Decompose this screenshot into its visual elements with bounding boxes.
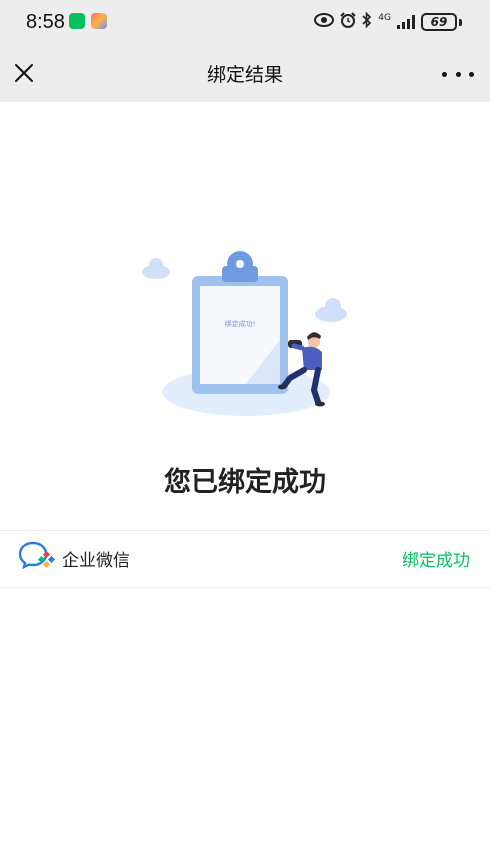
network-type: 4G (378, 13, 391, 23)
clipboard-text: 绑定成功! (225, 319, 256, 328)
more-icon (442, 71, 447, 77)
page-title: 绑定结果 (206, 64, 283, 86)
alarm-icon (340, 11, 357, 33)
more-button[interactable] (442, 62, 474, 86)
status-icons: 4G 69 (314, 11, 462, 33)
battery-icon: 69 (421, 13, 457, 31)
wechat-notification-icon (69, 13, 85, 29)
status-time: 8:58 (26, 11, 65, 33)
binding-row: 企业微信 绑定成功 (0, 530, 490, 588)
wecom-logo-icon (18, 541, 56, 570)
bluetooth-icon (362, 11, 372, 33)
success-illustration: 绑定成功! (142, 251, 347, 416)
signal-icon (397, 15, 415, 29)
status-bar: 8:58 4G 69 (0, 0, 490, 44)
battery-tip (459, 18, 462, 26)
close-button[interactable] (10, 58, 40, 88)
app-notification-icon (91, 13, 107, 29)
app-name: 企业微信 (62, 551, 130, 571)
cloud-icon (315, 298, 347, 322)
cloud-icon (142, 258, 170, 279)
eye-icon (314, 12, 335, 32)
close-icon (15, 64, 33, 82)
success-title: 您已绑定成功 (164, 467, 326, 498)
nav-bar: 绑定结果 (0, 44, 490, 102)
status-badge: 绑定成功 (402, 551, 470, 571)
